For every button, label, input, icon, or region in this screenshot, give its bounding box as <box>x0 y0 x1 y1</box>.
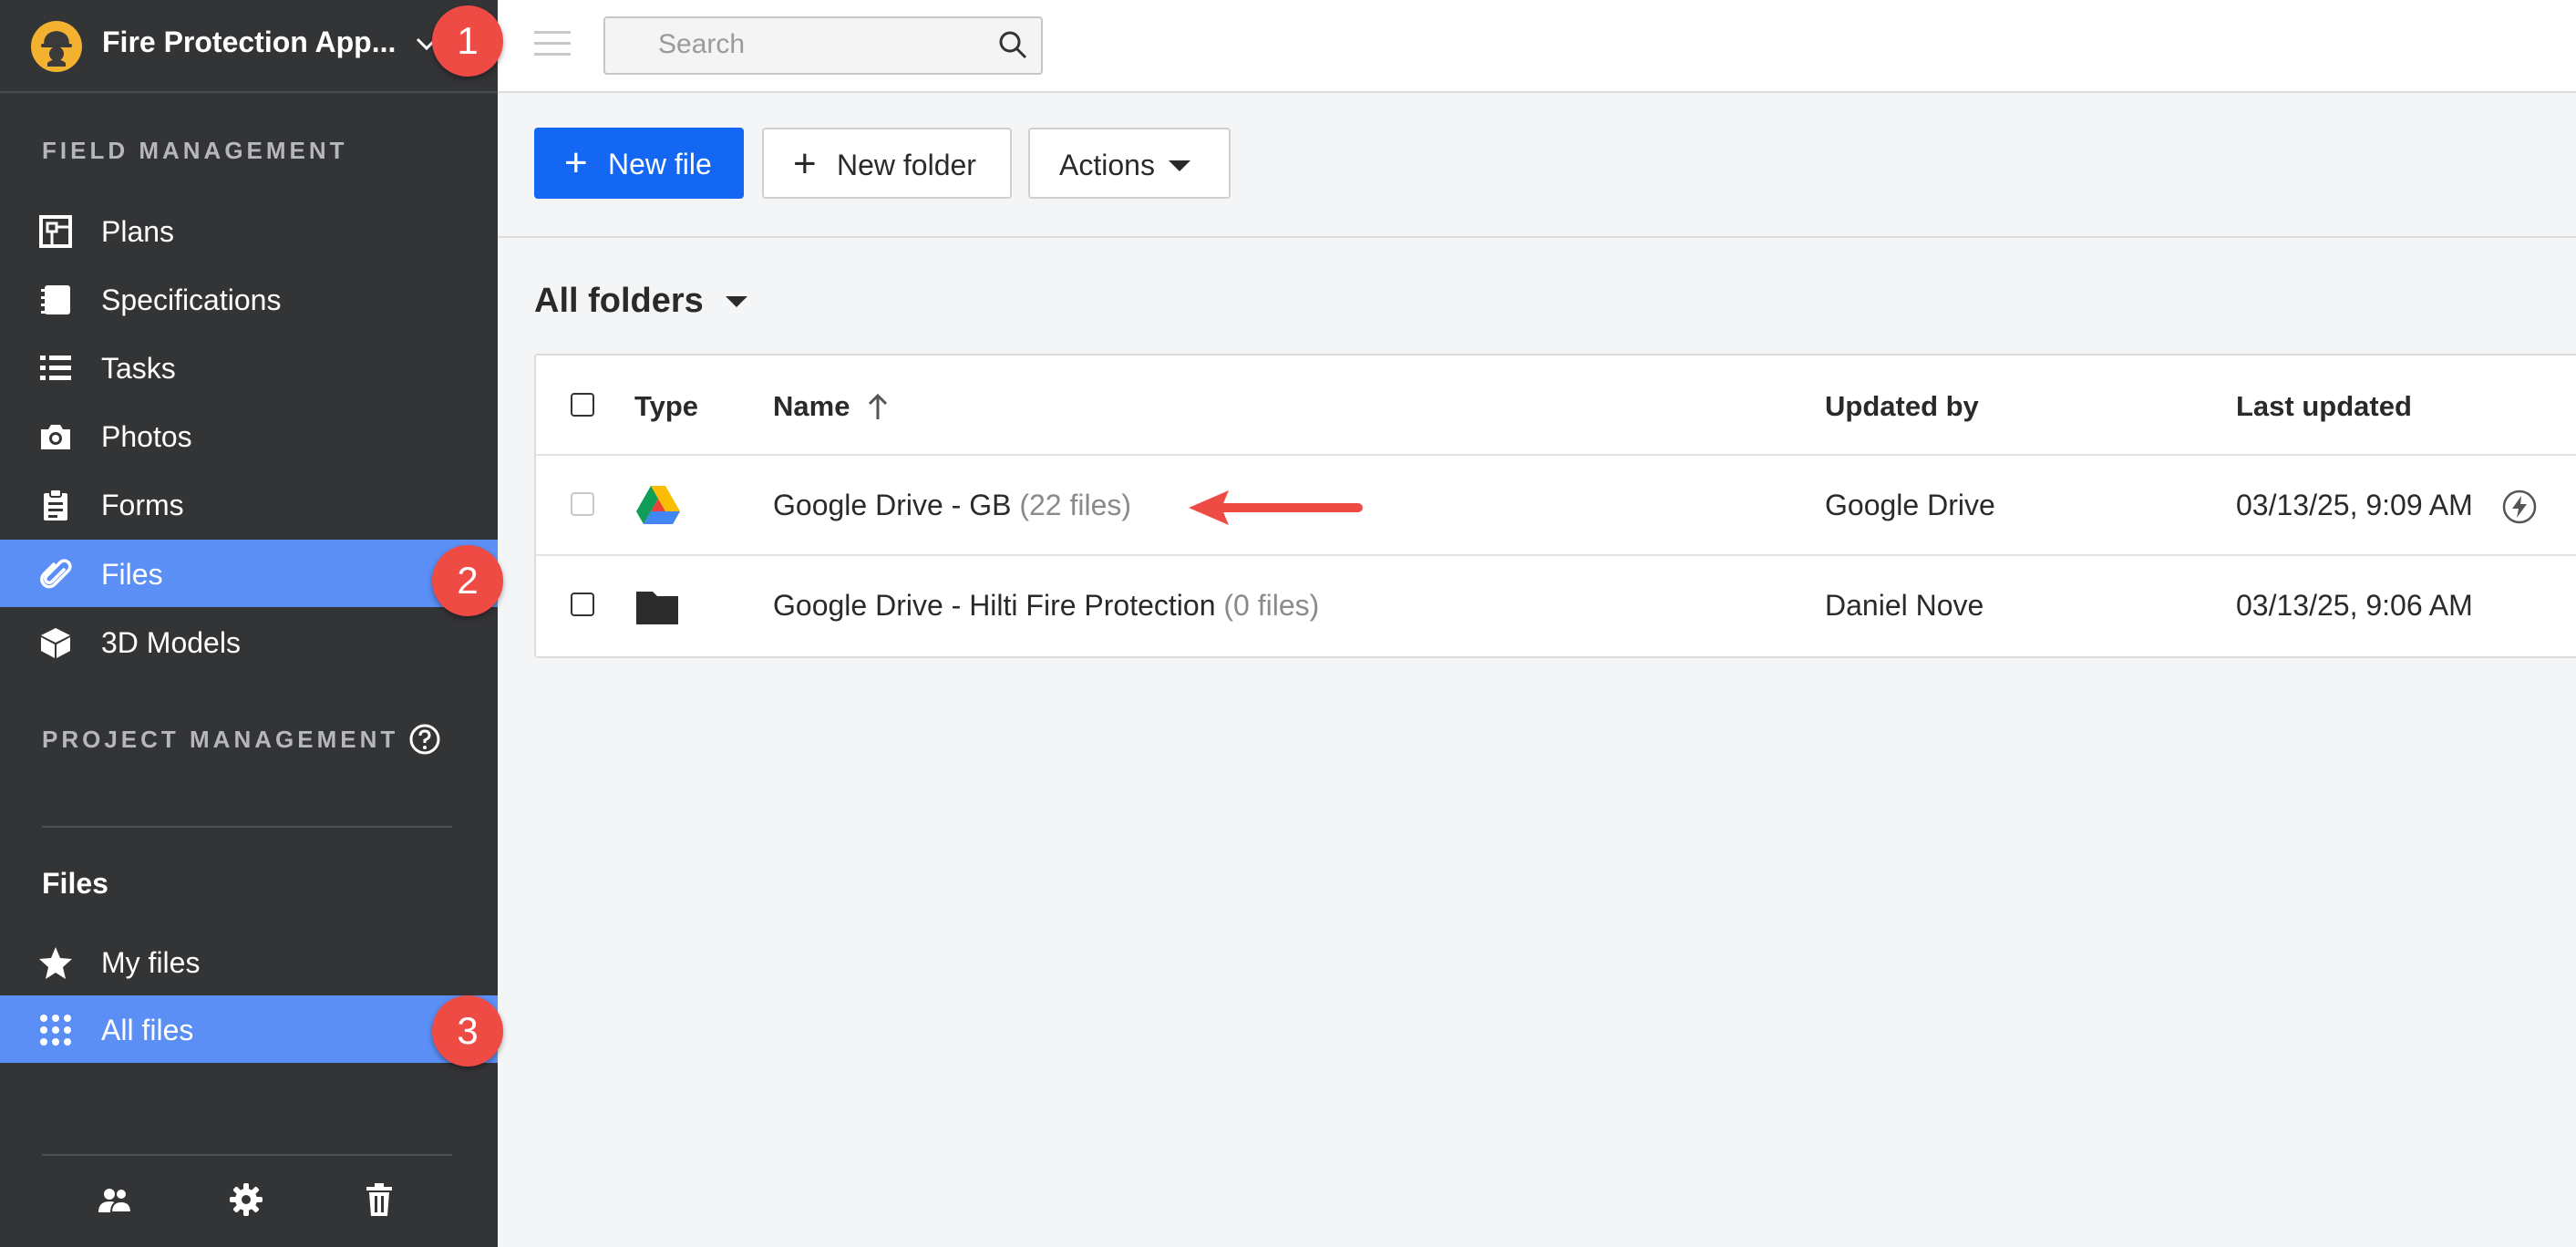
sidebar-item-label: 3D Models <box>101 626 241 659</box>
search-icon[interactable] <box>997 29 1028 60</box>
section-field-management: FIELD MANAGEMENT <box>42 137 348 164</box>
column-header-type[interactable]: Type <box>634 390 698 423</box>
sidebar-item-label: All files <box>101 1014 194 1046</box>
sidebar-item-label: Specifications <box>101 283 282 316</box>
star-icon <box>39 947 72 979</box>
trash-icon[interactable] <box>361 1181 397 1218</box>
file-count: (0 files) <box>1223 589 1320 622</box>
sidebar-item-all-files[interactable]: All files <box>0 995 498 1063</box>
new-folder-button[interactable]: + New folder <box>762 128 1012 199</box>
column-header-updated-by[interactable]: Updated by <box>1825 390 1979 423</box>
search-box[interactable] <box>603 16 1043 75</box>
cube-icon <box>41 628 70 658</box>
sidebar-item-label: Plans <box>101 215 175 248</box>
select-all-checkbox[interactable] <box>571 393 594 417</box>
search-input[interactable] <box>605 18 1006 71</box>
sidebar-footer-divider <box>42 1154 452 1156</box>
camera-icon <box>41 425 70 449</box>
sidebar-item-label: My files <box>101 946 201 979</box>
file-name-text[interactable]: Google Drive - GB <box>773 489 1011 521</box>
annotation-badge-1: 1 <box>432 5 503 77</box>
toolbar-divider <box>498 236 2576 238</box>
column-header-name[interactable]: Name <box>773 390 850 423</box>
last-updated: 03/13/25, 9:06 AM <box>2236 589 2473 622</box>
sidebar-item-my-files[interactable]: My files <box>0 928 498 995</box>
project-selector[interactable]: Fire Protection App... <box>0 0 498 93</box>
sidebar-item-label: Forms <box>101 489 184 521</box>
table-header: Type Name Updated by Last updated <box>536 356 2576 456</box>
project-name[interactable]: Fire Protection App... <box>102 26 396 59</box>
file-name[interactable]: Google Drive - Hilti Fire Protection (0 … <box>773 589 1319 623</box>
sidebar-item-specifications[interactable]: Specifications <box>0 265 498 333</box>
sidebar-item-3d-models[interactable]: 3D Models <box>0 608 498 675</box>
sidebar-item-files[interactable]: Files <box>0 540 498 607</box>
annotation-badge-3: 3 <box>432 995 503 1067</box>
sidebar-item-tasks[interactable]: Tasks <box>0 334 498 401</box>
section-project-management: PROJECT MANAGEMENT <box>42 726 399 753</box>
project-logo <box>31 21 82 72</box>
folder-selector[interactable]: All folders <box>534 282 704 321</box>
caret-down-icon[interactable] <box>726 296 747 307</box>
plus-icon: + <box>564 140 588 185</box>
new-folder-label: New folder <box>837 149 976 181</box>
file-count: (22 files) <box>1019 489 1132 521</box>
actions-label: Actions <box>1059 149 1155 181</box>
column-header-last-updated[interactable]: Last updated <box>2236 390 2412 423</box>
tasks-list-icon <box>40 356 71 380</box>
sidebar-item-plans[interactable]: Plans <box>0 197 498 264</box>
gear-icon[interactable] <box>228 1181 264 1218</box>
file-name[interactable]: Google Drive - GB (22 files) <box>773 489 1131 522</box>
table-row[interactable]: Google Drive - GB (22 files) Google Driv… <box>536 456 2576 556</box>
people-icon[interactable] <box>97 1181 133 1218</box>
annotation-badge-2: 2 <box>432 545 503 616</box>
grid-dots-icon <box>40 1015 71 1046</box>
new-file-label: New file <box>608 148 712 180</box>
file-name-text[interactable]: Google Drive - Hilti Fire Protection <box>773 589 1215 622</box>
sidebar-item-label: Photos <box>101 420 192 453</box>
new-file-button[interactable]: + New file <box>534 128 744 199</box>
caret-down-icon <box>1169 160 1190 171</box>
files-table: Type Name Updated by Last updated Google… <box>534 354 2576 658</box>
updated-by: Google Drive <box>1825 489 1995 521</box>
google-drive-icon <box>636 486 680 524</box>
plus-icon: + <box>793 141 817 186</box>
actions-dropdown-button[interactable]: Actions <box>1028 128 1231 199</box>
plans-icon <box>39 215 72 248</box>
updated-by: Daniel Nove <box>1825 589 1984 622</box>
files-heading: Files <box>42 867 108 900</box>
sidebar-item-photos[interactable]: Photos <box>0 402 498 469</box>
lightning-sync-icon[interactable] <box>2501 489 2538 525</box>
top-bar <box>498 0 2576 93</box>
sidebar-item-label: Tasks <box>101 352 176 385</box>
row-checkbox[interactable] <box>571 492 594 516</box>
paperclip-icon <box>40 559 72 589</box>
annotation-arrow-icon <box>1189 490 1363 525</box>
sidebar: Fire Protection App... FIELD MANAGEMENT … <box>0 0 498 1247</box>
sidebar-item-label: Files <box>101 558 163 591</box>
sidebar-divider <box>42 826 452 828</box>
sidebar-item-forms[interactable]: Forms <box>0 470 498 538</box>
hamburger-menu-icon[interactable] <box>534 31 571 58</box>
table-row[interactable]: Google Drive - Hilti Fire Protection (0 … <box>536 556 2576 654</box>
help-icon[interactable] <box>408 723 441 756</box>
last-updated: 03/13/25, 9:09 AM <box>2236 489 2473 521</box>
sort-ascending-icon[interactable] <box>866 392 890 421</box>
clipboard-icon <box>44 489 67 520</box>
folder-icon <box>636 592 678 624</box>
specifications-icon <box>41 285 70 314</box>
row-checkbox[interactable] <box>571 593 594 616</box>
